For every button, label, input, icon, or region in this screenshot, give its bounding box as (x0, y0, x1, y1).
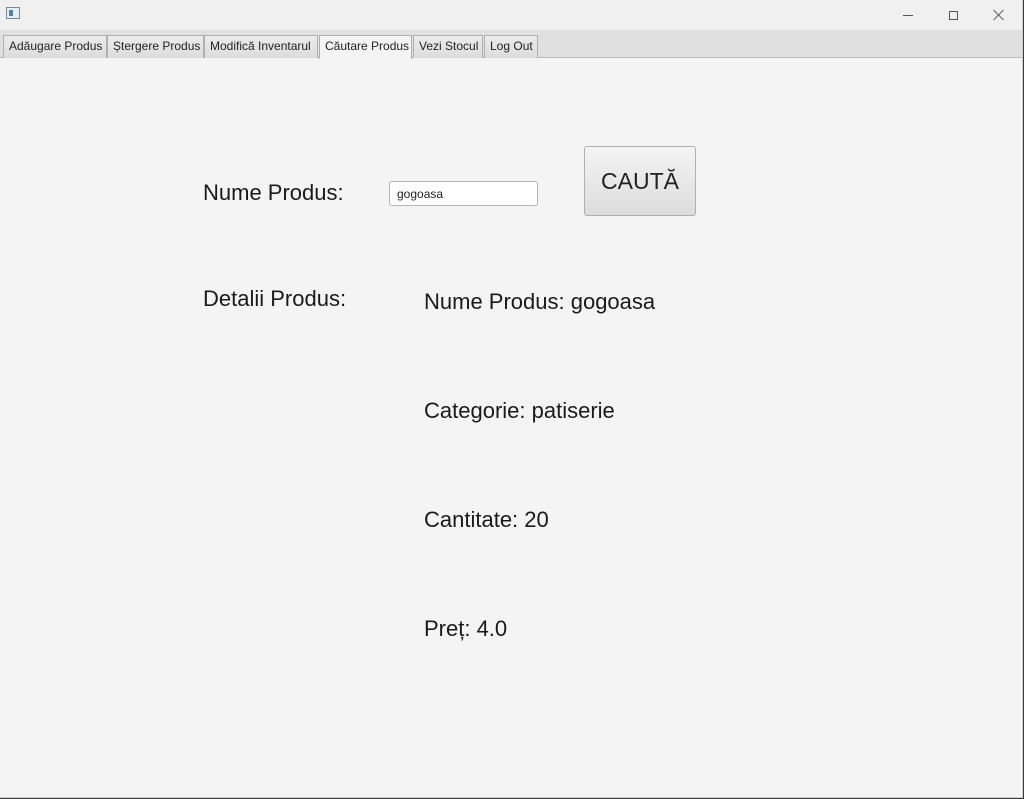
close-icon (993, 9, 1005, 21)
tab-vezi-stocul[interactable]: Vezi Stocul (413, 35, 483, 58)
tab-modifica-inventarul[interactable]: Modifică Inventarul (204, 35, 318, 58)
tab-bar: Adăugare Produs Ștergere Produs Modifică… (0, 30, 1022, 59)
close-button[interactable] (976, 0, 1022, 30)
detail-price: Preț: 4.0 (424, 616, 508, 641)
maximize-icon (948, 10, 958, 20)
tab-log-out[interactable]: Log Out (484, 35, 538, 58)
maximize-button[interactable] (930, 0, 976, 30)
product-name-label: Nume Produs: (203, 180, 344, 205)
detail-category: Categorie: patiserie (424, 398, 615, 423)
minimize-icon (903, 14, 913, 16)
minimize-button[interactable] (885, 0, 931, 30)
detail-quantity: Cantitate: 20 (424, 507, 549, 532)
detail-product-name: Nume Produs: gogoasa (424, 289, 656, 314)
tab-adaugare-produs[interactable]: Adăugare Produs (3, 35, 107, 58)
app-window-icon (6, 7, 20, 19)
title-bar (0, 0, 1022, 30)
tab-stergere-produs[interactable]: Ștergere Produs (107, 35, 204, 58)
app-window: Adăugare Produs Ștergere Produs Modifică… (0, 0, 1023, 798)
search-button[interactable]: CAUTĂ (584, 146, 696, 216)
tab-cautare-produs[interactable]: Căutare Produs (319, 35, 412, 59)
product-details-label: Detalii Produs: (203, 286, 347, 311)
product-name-input[interactable] (389, 181, 538, 206)
